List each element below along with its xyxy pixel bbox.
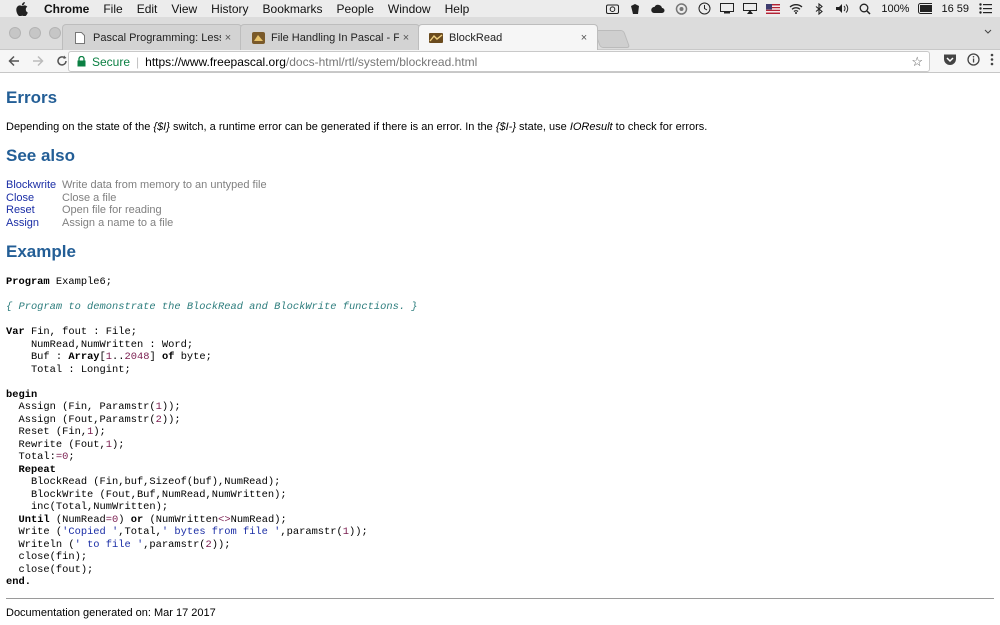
address-bar[interactable]: Secure | https://www.freepascal.org/docs… [68, 51, 930, 72]
errors-text: Depending on the state of the [6, 121, 154, 133]
new-tab-button[interactable] [593, 30, 631, 48]
errors-text: to check for errors. [612, 121, 708, 133]
link-reset[interactable]: Reset [6, 204, 62, 217]
battery-icon[interactable] [918, 3, 933, 15]
clock[interactable]: 16 59 [941, 3, 969, 15]
time-machine-icon[interactable] [697, 2, 711, 15]
errors-text: state, use [516, 121, 570, 133]
menu-bookmarks[interactable]: Bookmarks [263, 2, 323, 16]
menu-history[interactable]: History [211, 2, 248, 16]
tab-file-handling[interactable]: File Handling In Pascal - Free P × [240, 24, 420, 50]
close-window-button[interactable] [9, 27, 21, 39]
toolbar-extensions [943, 53, 994, 71]
omnibox-separator: | [136, 54, 140, 69]
errors-heading: Errors [6, 88, 58, 107]
errors-text: switch, a runtime error can be generated… [169, 121, 496, 133]
volume-icon[interactable] [835, 3, 849, 15]
errors-paragraph: Depending on the state of the {$I} switc… [6, 121, 707, 133]
see-also-desc: Close a file [62, 191, 117, 204]
url-path: /docs-html/rtl/system/blockread.html [285, 54, 478, 69]
see-also-heading: See also [6, 146, 75, 165]
cloud-icon[interactable] [651, 3, 665, 15]
url-host: https://www.freepascal.org [145, 54, 286, 69]
menu-app-chrome[interactable]: Chrome [44, 2, 89, 16]
spotlight-search-icon[interactable] [858, 3, 872, 15]
tab-title: Pascal Programming: Lesson 8 [93, 31, 221, 44]
link-assign[interactable]: Assign [6, 217, 62, 230]
bluetooth-icon[interactable] [812, 2, 826, 15]
us-flag-icon[interactable] [766, 3, 781, 15]
tab-title: File Handling In Pascal - Free P [271, 31, 399, 44]
page-content: Errors Depending on the state of the {$I… [0, 74, 1000, 625]
camera-icon[interactable] [605, 3, 619, 15]
info-icon[interactable] [967, 53, 980, 71]
secure-label: Secure [92, 54, 131, 69]
chrome-menu-icon[interactable] [990, 53, 994, 71]
menu-help[interactable]: Help [445, 2, 470, 16]
back-arrow-icon [8, 55, 19, 67]
close-tab-icon[interactable]: × [399, 32, 413, 44]
bookmark-star-icon[interactable]: ☆ [911, 54, 923, 70]
see-also-desc: Assign a name to a file [62, 216, 174, 229]
apple-icon[interactable] [16, 1, 30, 16]
lock-icon[interactable] [77, 56, 87, 67]
menu-window[interactable]: Window [388, 2, 431, 16]
freepascal-favicon-icon [429, 31, 443, 45]
forward-arrow-icon [33, 55, 44, 67]
tab-blockread[interactable]: BlockRead × [418, 24, 598, 50]
menu-file[interactable]: File [103, 2, 122, 16]
pocket-icon[interactable] [943, 53, 957, 71]
footer-divider [6, 598, 994, 599]
minimize-window-button[interactable] [29, 27, 41, 39]
display-icon[interactable] [720, 3, 735, 15]
errors-text-directive: {$I} [153, 121, 170, 133]
errors-text-directive: {$I-} [495, 121, 516, 133]
footer-text: Documentation generated on: Mar 17 2017 [6, 607, 216, 619]
tab-strip: Pascal Programming: Lesson 8 × File Hand… [0, 17, 1000, 50]
tab-overflow-icon[interactable] [984, 26, 992, 38]
forward-button[interactable] [28, 51, 48, 71]
battery-percent: 100% [881, 2, 910, 15]
evernote-icon[interactable] [628, 3, 642, 15]
close-tab-icon[interactable]: × [577, 32, 591, 44]
notification-center-icon[interactable] [978, 3, 992, 15]
code-example: Program Example6; { Program to demonstra… [6, 276, 418, 588]
wifi-icon[interactable] [789, 3, 803, 15]
menu-edit[interactable]: Edit [137, 2, 158, 16]
zoom-window-button[interactable] [49, 27, 61, 39]
menu-people[interactable]: People [337, 2, 374, 16]
see-also-list: Blockwrite Write data from memory to an … [6, 179, 267, 229]
link-blockwrite[interactable]: Blockwrite [6, 179, 62, 192]
see-also-desc: Open file for reading [62, 204, 162, 216]
see-also-item: Reset Open file for reading [6, 204, 267, 217]
reload-icon [57, 55, 67, 66]
menu-view[interactable]: View [171, 2, 197, 16]
close-tab-icon[interactable]: × [221, 32, 235, 44]
see-also-desc: Write data from memory to an untyped fil… [62, 179, 267, 191]
tab-title: BlockRead [449, 31, 503, 44]
see-also-item: Blockwrite Write data from memory to an … [6, 179, 267, 192]
tab-pascal-programming[interactable]: Pascal Programming: Lesson 8 × [62, 24, 242, 50]
airplay-icon[interactable] [743, 3, 758, 15]
browser-toolbar: Secure | https://www.freepascal.org/docs… [0, 50, 1000, 73]
vpn-icon[interactable] [674, 2, 688, 15]
errors-text-ioresult: IOResult [569, 121, 613, 133]
see-also-item: Assign Assign a name to a file [6, 217, 267, 230]
status-area: 100% 16 59 [605, 0, 992, 17]
see-also-item: Close Close a file [6, 192, 267, 205]
freepascal-favicon-icon [251, 31, 265, 45]
page-icon [73, 31, 87, 45]
example-heading: Example [6, 242, 76, 261]
link-close[interactable]: Close [6, 192, 62, 205]
back-button[interactable] [4, 51, 24, 71]
window-controls [9, 27, 61, 39]
macos-menu-bar: Chrome File Edit View History Bookmarks … [0, 0, 1000, 17]
